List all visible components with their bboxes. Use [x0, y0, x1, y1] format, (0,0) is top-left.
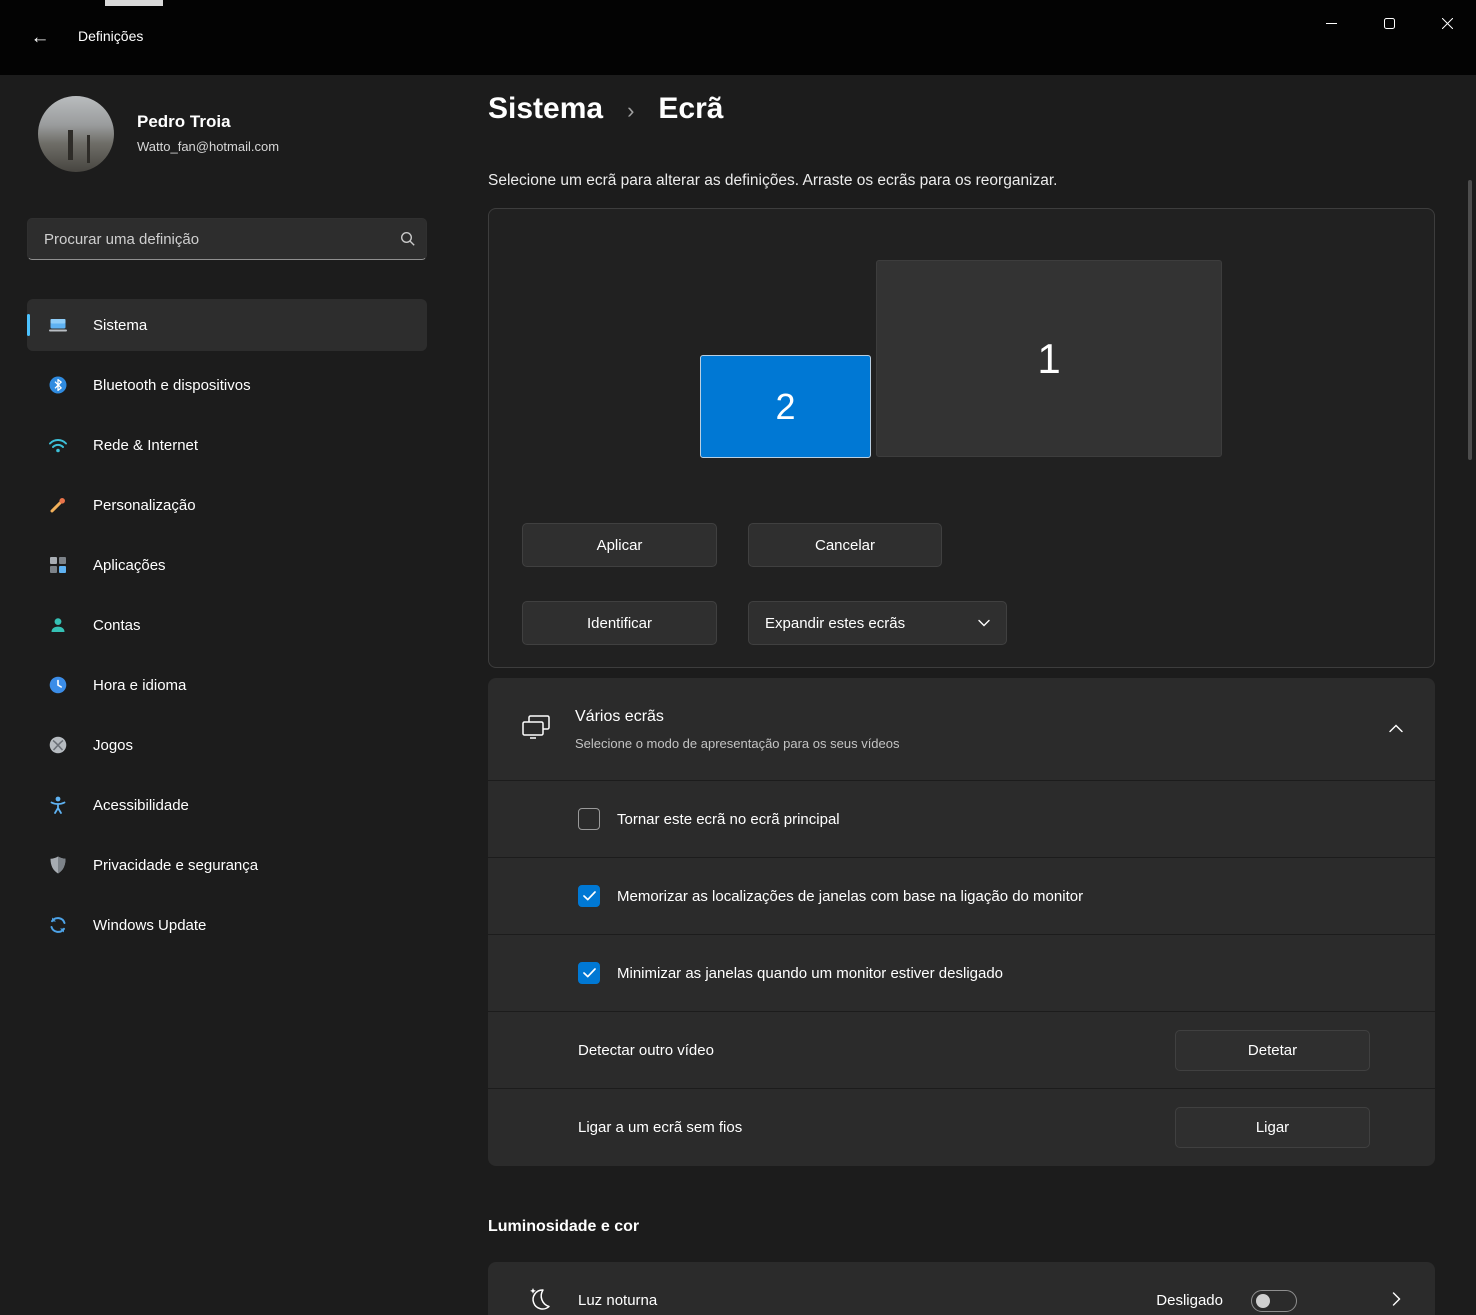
night-light-icon — [524, 1284, 554, 1315]
sidebar-nav: Sistema Bluetooth e dispositivos Rede & … — [27, 299, 427, 959]
search-box[interactable] — [27, 218, 427, 260]
wireless-display-row: Ligar a um ecrã sem fios Ligar — [488, 1089, 1435, 1166]
breadcrumb: Sistema › Ecrã — [488, 92, 723, 126]
sidebar-item-personalizacao[interactable]: Personalização — [27, 479, 427, 531]
breadcrumb-parent[interactable]: Sistema — [488, 92, 603, 126]
sidebar-item-label: Aplicações — [93, 557, 166, 574]
make-main-display-row[interactable]: Tornar este ecrã no ecrã principal — [488, 781, 1435, 857]
minimize-icon — [1326, 18, 1337, 29]
sidebar: Pedro Troia Watto_fan@hotmail.com Sistem… — [0, 75, 460, 1315]
make-main-display-checkbox[interactable] — [578, 808, 600, 830]
checkbox-label: Minimizar as janelas quando um monitor e… — [617, 965, 1003, 982]
night-light-toggle[interactable] — [1251, 1290, 1297, 1312]
time-language-icon — [48, 675, 68, 695]
minimize-windows-checkbox[interactable] — [578, 962, 600, 984]
avatar[interactable] — [38, 96, 114, 172]
breadcrumb-separator-icon: › — [627, 98, 634, 124]
checkbox-label: Memorizar as localizações de janelas com… — [617, 888, 1083, 905]
apps-icon — [48, 555, 68, 575]
system-icon — [48, 315, 68, 335]
sidebar-item-label: Acessibilidade — [93, 797, 189, 814]
sidebar-item-jogos[interactable]: Jogos — [27, 719, 427, 771]
sidebar-item-label: Windows Update — [93, 917, 206, 934]
sidebar-item-label: Privacidade e segurança — [93, 857, 258, 874]
search-icon[interactable] — [390, 231, 426, 247]
sidebar-item-aplicacoes[interactable]: Aplicações — [27, 539, 427, 591]
sidebar-item-label: Bluetooth e dispositivos — [93, 377, 251, 394]
chevron-up-icon[interactable] — [1389, 720, 1403, 738]
wireless-display-label: Ligar a um ecrã sem fios — [578, 1119, 742, 1136]
sidebar-item-acessibilidade[interactable]: Acessibilidade — [27, 779, 427, 831]
sidebar-item-label: Personalização — [93, 497, 196, 514]
privacy-icon — [48, 855, 68, 875]
minimize-button[interactable] — [1302, 0, 1360, 46]
sidebar-item-contas[interactable]: Contas — [27, 599, 427, 651]
identify-button[interactable]: Identificar — [522, 601, 717, 645]
extend-displays-label: Expandir estes ecrãs — [765, 615, 905, 632]
multiple-displays-title: Vários ecrãs — [575, 708, 664, 726]
detect-button[interactable]: Detetar — [1175, 1030, 1370, 1071]
monitor-1[interactable]: 1 — [876, 260, 1222, 457]
main-content: Sistema › Ecrã Selecione um ecrã para al… — [488, 75, 1435, 1315]
chevron-right-icon[interactable] — [1392, 1292, 1401, 1311]
remember-window-locations-checkbox[interactable] — [578, 885, 600, 907]
network-icon — [48, 435, 68, 455]
personalization-icon — [48, 495, 68, 515]
user-name: Pedro Troia — [137, 112, 231, 132]
toggle-knob — [1256, 1294, 1270, 1308]
sidebar-item-label: Jogos — [93, 737, 133, 754]
apply-button[interactable]: Aplicar — [522, 523, 717, 567]
windows-update-icon — [48, 915, 68, 935]
sidebar-item-windows-update[interactable]: Windows Update — [27, 899, 427, 951]
sidebar-item-privacidade[interactable]: Privacidade e segurança — [27, 839, 427, 891]
monitor-2-selected[interactable]: 2 — [700, 355, 871, 458]
background-window-sliver — [105, 0, 163, 6]
connect-button[interactable]: Ligar — [1175, 1107, 1370, 1148]
chevron-down-icon — [978, 619, 990, 627]
sidebar-item-hora-idioma[interactable]: Hora e idioma — [27, 659, 427, 711]
close-button[interactable] — [1418, 0, 1476, 46]
window-title: Definições — [78, 28, 143, 44]
night-light-row[interactable]: Luz noturna Desligado — [488, 1262, 1435, 1315]
multi-display-icon — [521, 714, 551, 745]
brightness-section-heading: Luminosidade e cor — [488, 1218, 639, 1236]
night-light-label: Luz noturna — [578, 1292, 657, 1309]
multiple-displays-header[interactable]: Vários ecrãs Selecione o modo de apresen… — [488, 678, 1435, 780]
scrollbar-thumb[interactable] — [1468, 180, 1472, 460]
checkbox-label: Tornar este ecrã no ecrã principal — [617, 811, 840, 828]
detect-display-row: Detectar outro vídeo Detetar — [488, 1012, 1435, 1088]
page-title: Ecrã — [658, 92, 723, 126]
maximize-icon — [1384, 18, 1395, 29]
close-icon — [1442, 18, 1453, 29]
minimize-windows-row[interactable]: Minimizar as janelas quando um monitor e… — [488, 935, 1435, 1011]
cancel-button[interactable]: Cancelar — [748, 523, 942, 567]
sidebar-item-bluetooth[interactable]: Bluetooth e dispositivos — [27, 359, 427, 411]
sidebar-item-label: Contas — [93, 617, 141, 634]
night-light-status: Desligado — [1156, 1292, 1223, 1309]
extend-displays-dropdown[interactable]: Expandir estes ecrãs — [748, 601, 1007, 645]
sidebar-item-rede-internet[interactable]: Rede & Internet — [27, 419, 427, 471]
sidebar-item-label: Rede & Internet — [93, 437, 198, 454]
back-button[interactable]: ← — [24, 22, 56, 54]
user-email: Watto_fan@hotmail.com — [137, 139, 279, 154]
bluetooth-icon — [48, 375, 68, 395]
titlebar: ← Definições — [0, 0, 1476, 75]
sidebar-item-sistema[interactable]: Sistema — [27, 299, 427, 351]
sidebar-item-label: Hora e idioma — [93, 677, 186, 694]
display-arrangement-panel: 1 2 Aplicar Cancelar Identificar Expandi… — [488, 208, 1435, 668]
maximize-button[interactable] — [1360, 0, 1418, 46]
multiple-displays-subtitle: Selecione o modo de apresentação para os… — [575, 736, 900, 751]
sidebar-item-label: Sistema — [93, 317, 147, 334]
games-icon — [48, 735, 68, 755]
remember-window-locations-row[interactable]: Memorizar as localizações de janelas com… — [488, 858, 1435, 934]
page-description: Selecione um ecrã para alterar as defini… — [488, 172, 1058, 190]
accessibility-icon — [48, 795, 68, 815]
search-input[interactable] — [28, 231, 390, 248]
accounts-icon — [48, 615, 68, 635]
detect-display-label: Detectar outro vídeo — [578, 1042, 714, 1059]
